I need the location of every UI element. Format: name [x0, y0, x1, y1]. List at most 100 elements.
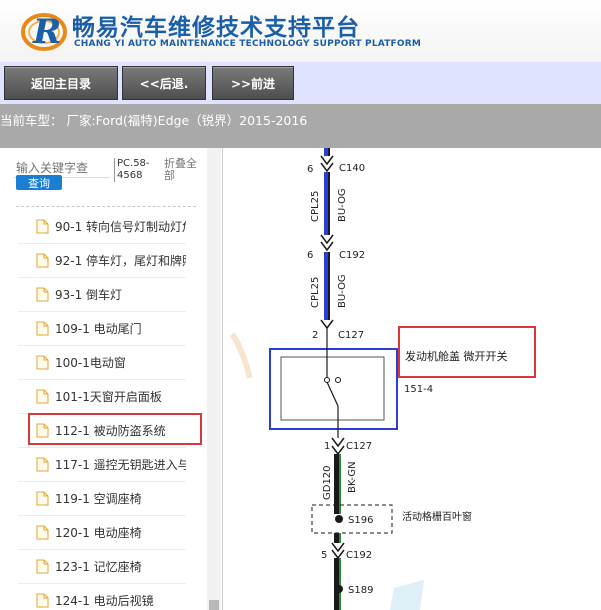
splice-label: S196	[348, 515, 373, 526]
connector-chevron	[320, 155, 334, 166]
app-root: R 畅易汽车维修技术支持平台 CHANG YI AUTO MAINTENANCE…	[0, 0, 601, 610]
tree-item[interactable]: 101-1天窗开启面板	[18, 380, 186, 414]
wire-color-label: BK-GN	[347, 461, 358, 493]
wire-segment	[328, 148, 330, 156]
wire-segment	[324, 172, 328, 235]
component-inner	[280, 356, 385, 421]
watermark-shape	[390, 580, 424, 610]
model-bar: 当前车型： 厂家:Ford(福特)Edge（锐界）2015-2016	[0, 104, 601, 148]
pin-number: 1	[324, 441, 330, 452]
highlight-annotation	[28, 413, 202, 445]
tree-item[interactable]: 100-1电动窗	[18, 346, 186, 380]
tree-list: 90-1 转向信号灯制动灯危险 92-1 停车灯，尾灯和牌照灯 93-1 倒车灯…	[0, 210, 207, 610]
wire-segment	[334, 533, 339, 543]
document-icon	[36, 525, 49, 540]
wire-segment	[324, 252, 328, 320]
connector-chevron	[331, 437, 345, 448]
wire-color-label: BU-OG	[337, 274, 348, 308]
wiring-diagram-svg: 6 C140 CPL25 BU-OG 6 C192 CPL25 BU-OG 2 …	[229, 148, 472, 610]
tree-item-label: 101-1天窗开启面板	[55, 390, 162, 404]
left-panel: 查询 PC.58-4568 折叠全部 90-1 转向信号灯制动灯危险 92-1 …	[0, 148, 223, 610]
wire-segment	[339, 533, 341, 543]
header: R 畅易汽车维修技术支持平台 CHANG YI AUTO MAINTENANCE…	[0, 0, 601, 62]
wire-segment	[324, 148, 328, 156]
logo-letter: R	[32, 12, 61, 52]
document-icon	[36, 355, 49, 370]
document-icon	[36, 219, 49, 234]
tree-scrollbar[interactable]	[207, 148, 221, 610]
connector-label: C127	[346, 441, 372, 452]
tree-item-label: 123-1 记忆座椅	[55, 560, 142, 574]
pin-number: 6	[307, 250, 313, 261]
component-outline	[269, 348, 398, 430]
home-button[interactable]: 返回主目录	[4, 66, 118, 100]
switch-contact	[324, 377, 330, 383]
connector-label: C140	[339, 163, 365, 174]
current-model-text: 当前车型： 厂家:Ford(福特)Edge（锐界）2015-2016	[0, 113, 308, 128]
splice-dot	[335, 515, 343, 523]
document-icon	[36, 457, 49, 472]
brand-title: 畅易汽车维修技术支持平台	[72, 15, 360, 41]
tree-item[interactable]: 120-1 电动座椅	[18, 516, 186, 550]
document-icon	[36, 559, 49, 574]
tree-item[interactable]: 124-1 电动后视镜	[18, 584, 186, 610]
brand-subtitle: CHANG YI AUTO MAINTENANCE TECHNOLOGY SUP…	[74, 39, 422, 49]
pin-number: 6	[307, 164, 313, 175]
document-icon	[36, 253, 49, 268]
document-icon	[36, 389, 49, 404]
back-button[interactable]: <<后退.	[122, 66, 206, 100]
divider	[16, 206, 196, 207]
connector-label: C192	[346, 550, 372, 561]
tree-item[interactable]: 92-1 停车灯，尾灯和牌照灯	[18, 244, 186, 278]
tree-item[interactable]: 117-1 遥控无钥匙进入与报	[18, 448, 186, 482]
tree-item[interactable]: 90-1 转向信号灯制动灯危险	[18, 210, 186, 244]
pin-number: 2	[312, 330, 318, 341]
connector-label: C127	[338, 330, 364, 341]
switch-callout-text: 发动机舱盖 微开开关	[405, 350, 508, 363]
tree-item-label: 93-1 倒车灯	[55, 288, 123, 302]
wire-segment	[339, 558, 341, 610]
tree-item-label: 117-1 遥控无钥匙进入与报	[55, 458, 186, 472]
wire-segment	[328, 252, 330, 320]
tree-item[interactable]: 93-1 倒车灯	[18, 278, 186, 312]
tree-item-label: 100-1电动窗	[55, 356, 126, 370]
tree-item[interactable]: 109-1 电动尾门	[18, 312, 186, 346]
splice-description: 活动格栅百叶窗	[402, 510, 472, 523]
forward-button[interactable]: >>前进	[212, 66, 294, 100]
collapse-all-button[interactable]: 折叠全部	[164, 158, 204, 182]
tree-item-label: 119-1 空调座椅	[55, 492, 142, 506]
document-icon	[36, 491, 49, 506]
nav-bar: 返回主目录 <<后退. >>前进	[0, 62, 601, 104]
search-area: 查询 PC.58-4568 折叠全部	[0, 148, 210, 198]
wire-circuit-label: GD120	[322, 465, 333, 500]
brand-logo-icon: R	[21, 12, 67, 52]
tree-item[interactable]: 119-1 空调座椅	[18, 482, 186, 516]
component-id: 151-4	[404, 384, 433, 395]
wire-segment	[328, 172, 330, 235]
watermark-shape	[229, 332, 253, 379]
document-icon	[36, 593, 49, 608]
tree-item-label: 92-1 停车灯，尾灯和牌照灯	[55, 254, 186, 268]
connector-chevron	[320, 319, 334, 330]
connector-chevron	[320, 234, 334, 245]
switch-blade	[326, 381, 339, 407]
splice-dot	[335, 585, 343, 593]
tree-item-label: 124-1 电动后视镜	[55, 594, 154, 608]
tree-item-label: 90-1 转向信号灯制动灯危险	[55, 220, 186, 234]
wire-circuit-label: CPL25	[310, 277, 321, 308]
tree-item[interactable]: 123-1 记忆座椅	[18, 550, 186, 584]
wiring-diagram: 6 C140 CPL25 BU-OG 6 C192 CPL25 BU-OG 2 …	[224, 148, 601, 610]
pin-number: 5	[321, 550, 327, 561]
document-icon	[36, 321, 49, 336]
splice-label: S189	[348, 585, 373, 596]
connector-chevron	[331, 542, 345, 553]
tree-item-label: 120-1 电动座椅	[55, 526, 142, 540]
wire-segment	[334, 558, 339, 610]
switch-contact	[335, 377, 341, 383]
document-icon	[36, 287, 49, 302]
scrollbar-thumb[interactable]	[209, 600, 219, 610]
search-button[interactable]: 查询	[16, 175, 62, 190]
connector-label: C192	[339, 250, 365, 261]
document-code: PC.58-4568	[114, 158, 158, 182]
tree-item-label: 109-1 电动尾门	[55, 322, 142, 336]
